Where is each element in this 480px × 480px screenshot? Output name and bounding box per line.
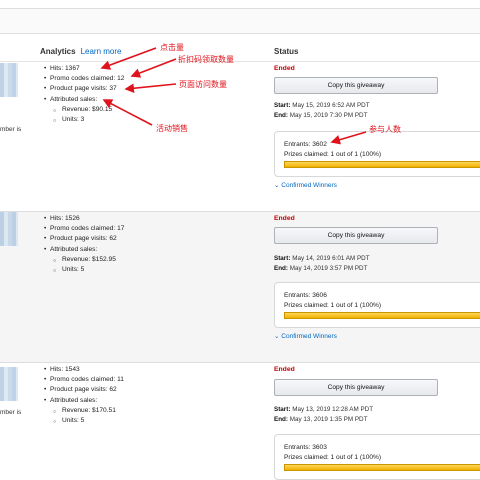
prizes-progress-bar (284, 161, 480, 168)
analytics-header-label: Analytics (40, 47, 76, 56)
promo-stat: Promo codes claimed: 12 (44, 74, 124, 84)
copy-giveaway-button[interactable]: Copy this giveaway (274, 379, 438, 396)
visits-stat: Product page visits: 37 (44, 84, 124, 94)
entrants-count: Entrants: 3606 (284, 292, 327, 299)
giveaway-dates: Start: May 15, 2019 6:52 AM PDT End: May… (274, 101, 370, 120)
end-label: End: (274, 264, 288, 272)
start-date: May 14, 2019 6:01 AM PDT (292, 255, 370, 262)
prizes-claimed: Prizes claimed: 1 out of 1 (100%) (284, 302, 382, 309)
sales-stat: Attributed sales: (44, 396, 124, 406)
chevron-down-icon: ⌄ (274, 333, 280, 340)
revenue-stat: Revenue: $90.15 (44, 105, 124, 116)
revenue-stat: Revenue: $170.51 (44, 406, 124, 417)
giveaway-dates: Start: May 14, 2019 6:01 AM PDT End: May… (274, 254, 370, 273)
units-stat: Units: 3 (44, 115, 124, 126)
confirmed-winners-label: Confirmed Winners (281, 333, 337, 340)
annotation-sales: 活动销售 (156, 124, 188, 133)
learn-more-link[interactable]: Learn more (81, 47, 122, 56)
confirmed-winners-link[interactable]: ⌄ Confirmed Winners (274, 332, 337, 340)
annotation-promo: 折扣码领取数量 (178, 55, 234, 64)
product-thumbnail[interactable] (0, 63, 18, 97)
end-date: May 13, 2019 1:35 PM PDT (289, 415, 368, 423)
entrants-count: Entrants: 3602 (284, 141, 327, 148)
member-text: mber is (0, 126, 22, 133)
prizes-progress-bar (284, 464, 480, 471)
revenue-stat: Revenue: $152.95 (44, 255, 124, 266)
analytics-list: Hits: 1526 Promo codes claimed: 17 Produ… (44, 214, 124, 276)
prizes-claimed: Prizes claimed: 1 out of 1 (100%) (284, 151, 382, 158)
top-bar (0, 8, 480, 34)
copy-giveaway-button[interactable]: Copy this giveaway (274, 77, 438, 94)
start-label: Start: (274, 255, 291, 262)
sales-stat: Attributed sales: (44, 245, 124, 255)
sales-stat: Attributed sales: (44, 95, 124, 105)
status-badge: Ended (274, 215, 295, 222)
giveaway-page: Analytics Learn more Status mber is Hits:… (0, 0, 480, 480)
start-date: May 13, 2019 12:28 AM PDT (292, 406, 374, 413)
hits-stat: Hits: 1543 (44, 365, 124, 375)
product-thumbnail[interactable] (0, 367, 18, 401)
member-text: mber is (0, 409, 22, 416)
status-badge: Ended (274, 65, 295, 72)
status-header: Status (274, 47, 299, 56)
confirmed-winners-label: Confirmed Winners (281, 182, 337, 189)
hits-stat: Hits: 1367 (44, 64, 124, 74)
giveaway-dates: Start: May 13, 2019 12:28 AM PDT End: Ma… (274, 405, 373, 424)
analytics-header: Analytics Learn more (40, 47, 122, 56)
promo-stat: Promo codes claimed: 11 (44, 375, 124, 385)
start-label: Start: (274, 102, 291, 109)
entrants-box: Entrants: 3603 Prizes claimed: 1 out of … (274, 434, 480, 480)
analytics-list: Hits: 1543 Promo codes claimed: 11 Produ… (44, 365, 124, 427)
entrants-box: Entrants: 3602 Prizes claimed: 1 out of … (274, 131, 480, 177)
giveaway-row: mber is Hits: 1543 Promo codes claimed: … (0, 363, 480, 480)
giveaway-row: Hits: 1526 Promo codes claimed: 17 Produ… (0, 212, 480, 362)
start-label: Start: (274, 406, 291, 413)
promo-stat: Promo codes claimed: 17 (44, 224, 124, 234)
visits-stat: Product page visits: 62 (44, 385, 124, 395)
giveaway-row: mber is Hits: 1367 Promo codes claimed: … (0, 63, 480, 211)
annotation-entrants: 参与人数 (369, 125, 401, 134)
product-thumbnail[interactable] (0, 212, 18, 246)
entrants-box: Entrants: 3606 Prizes claimed: 1 out of … (274, 282, 480, 328)
end-date: May 15, 2019 7:30 PM PDT (289, 111, 368, 119)
copy-giveaway-button[interactable]: Copy this giveaway (274, 227, 438, 244)
units-stat: Units: 5 (44, 416, 124, 427)
annotation-visits: 页面访问数量 (179, 80, 227, 89)
status-badge: Ended (274, 366, 295, 373)
start-date: May 15, 2019 6:52 AM PDT (292, 102, 370, 109)
chevron-down-icon: ⌄ (274, 182, 280, 189)
annotation-clicks: 点击量 (160, 43, 184, 52)
visits-stat: Product page visits: 62 (44, 234, 124, 244)
prizes-claimed: Prizes claimed: 1 out of 1 (100%) (284, 454, 382, 461)
end-date: May 14, 2019 3:57 PM PDT (289, 264, 368, 272)
table-header: Analytics Learn more Status (0, 42, 480, 62)
hits-stat: Hits: 1526 (44, 214, 124, 224)
prizes-progress-bar (284, 312, 480, 319)
confirmed-winners-link[interactable]: ⌄ Confirmed Winners (274, 181, 337, 189)
status-column: Ended Copy this giveaway Start: May 15, … (274, 63, 480, 211)
entrants-count: Entrants: 3603 (284, 444, 327, 451)
end-label: End: (274, 415, 288, 423)
units-stat: Units: 5 (44, 265, 124, 276)
analytics-list: Hits: 1367 Promo codes claimed: 12 Produ… (44, 64, 124, 126)
status-column: Ended Copy this giveaway Start: May 14, … (274, 212, 480, 362)
end-label: End: (274, 111, 288, 119)
status-column: Ended Copy this giveaway Start: May 13, … (274, 363, 480, 480)
